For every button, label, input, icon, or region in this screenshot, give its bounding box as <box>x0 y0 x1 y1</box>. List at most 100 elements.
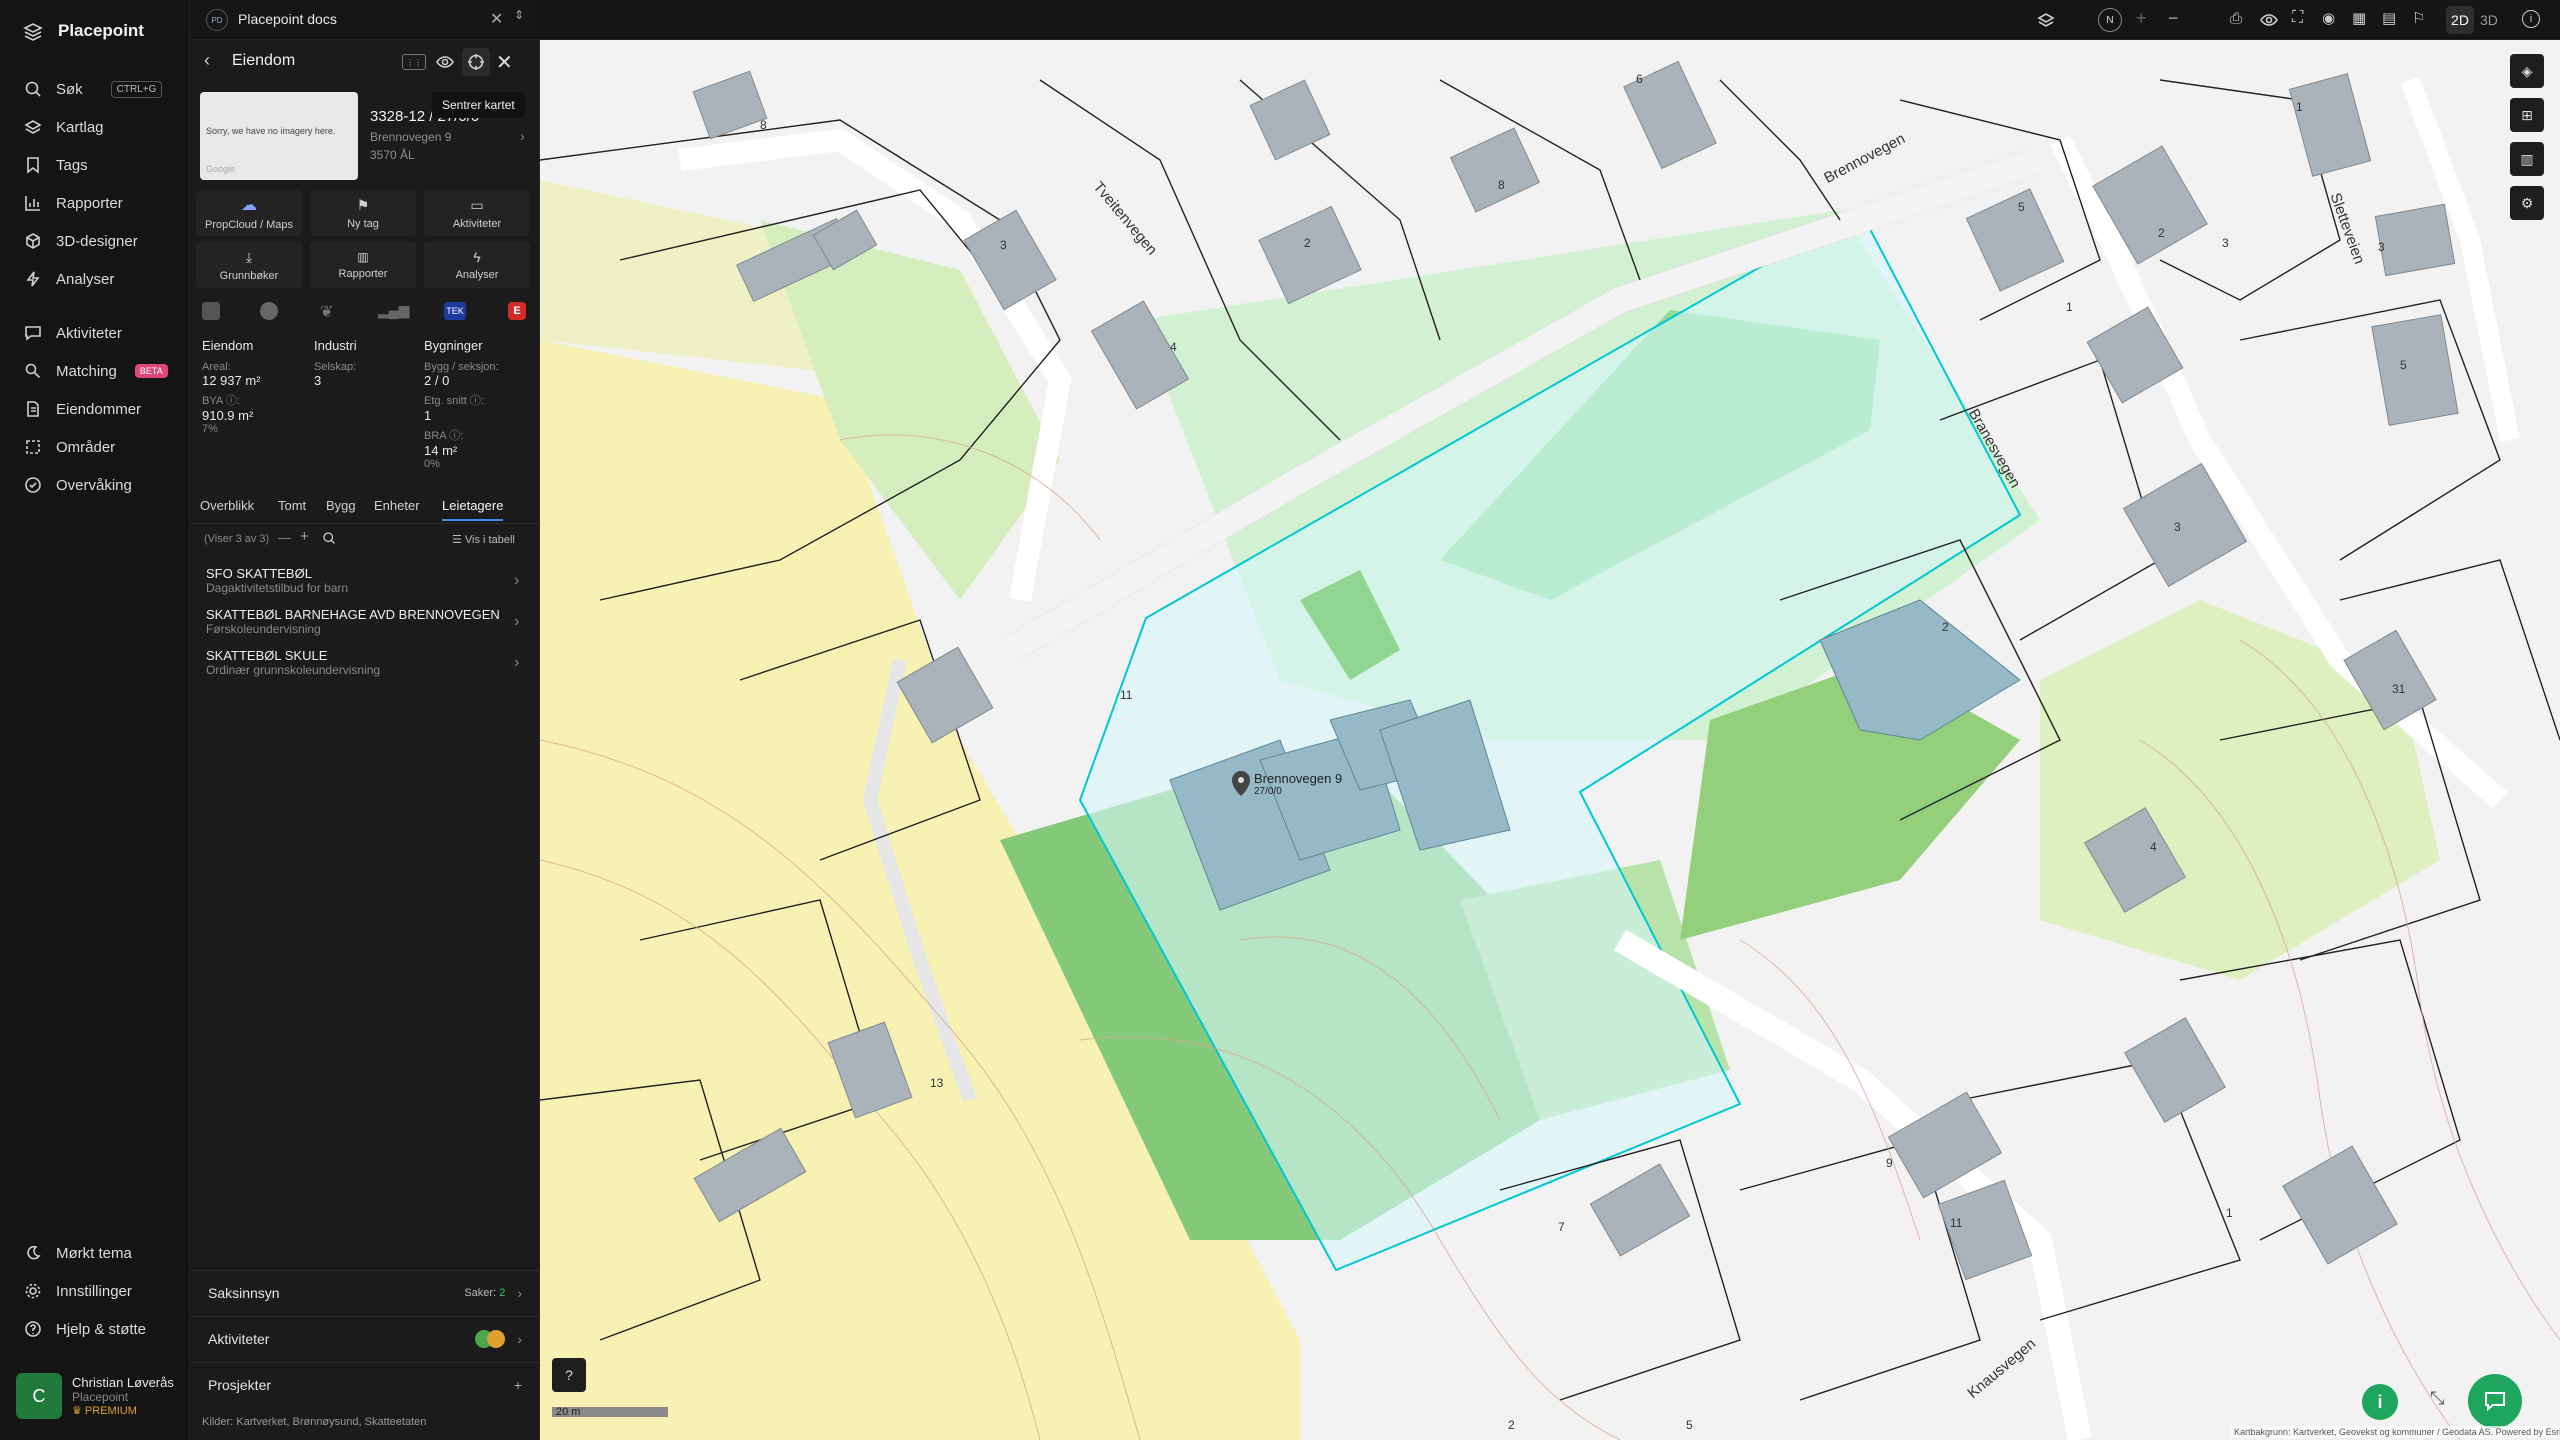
land-registry-button[interactable]: ⤓ Grunnbøker <box>196 242 302 288</box>
eye-icon[interactable] <box>2260 11 2278 29</box>
collapse-icon[interactable]: — <box>278 530 291 545</box>
panel-title: Eiendom <box>232 52 296 69</box>
nav-item-aktiviteter[interactable]: Aktiviteter <box>24 320 122 346</box>
list-item[interactable]: SFO SKATTEBØL Dagaktivitetstilbud for ba… <box>206 566 526 595</box>
shortcut-badge: CTRL+G <box>110 80 163 98</box>
compass-button[interactable]: N <box>2098 8 2122 32</box>
source-stats-icon[interactable]: ▂▄▆ <box>378 302 409 319</box>
nav-item-omrader[interactable]: Områder <box>24 434 115 460</box>
nav-item-dark-theme[interactable]: Mørkt tema <box>24 1240 132 1266</box>
nav-item-matching[interactable]: Matching BETA <box>24 358 168 384</box>
imagery-thumbnail[interactable]: Sorry, we have no imagery here. Google <box>200 92 358 180</box>
print-icon[interactable]: ⎙ <box>2230 10 2242 27</box>
table-view-link[interactable]: ☰ Vis i tabell <box>452 533 515 546</box>
house-number: 11 <box>1120 688 1133 702</box>
section-saksinnsyn[interactable]: Saksinnsyn Saker: 2 › <box>190 1270 540 1314</box>
tab-enheter[interactable]: Enheter <box>374 498 420 513</box>
stats-bygninger: Bygninger Bygg / seksjon: 2 / 0 Etg. sni… <box>424 338 534 470</box>
section-label: Prosjekter <box>208 1376 272 1393</box>
tek-badge[interactable]: TEK <box>444 302 466 320</box>
nav-item-help[interactable]: Hjelp & støtte <box>24 1316 146 1342</box>
nav-item-label: Søk <box>56 80 83 98</box>
new-tag-button[interactable]: ⚑ Ny tag <box>310 190 416 236</box>
eye-icon[interactable] <box>436 53 454 71</box>
chat-fab[interactable] <box>2468 1374 2522 1428</box>
id-card-icon[interactable]: ⋮⋮ <box>402 54 426 70</box>
stats-label: Areal: <box>202 361 231 373</box>
source-globe-icon[interactable] <box>260 302 278 320</box>
analyses-button[interactable]: ϟ Analyser <box>424 242 530 288</box>
fullscreen-icon[interactable]: ⛶ <box>2292 9 2303 27</box>
resize-handle-icon[interactable]: ⤡ <box>2430 1388 2444 1409</box>
map-measure-button[interactable]: ⊞ <box>2510 98 2544 132</box>
workspace-name[interactable]: Placepoint docs <box>238 11 337 27</box>
list-item[interactable]: SKATTEBØL BARNEHAGE AVD BRENNOVEGEN Førs… <box>206 607 526 636</box>
e-badge[interactable]: E <box>508 302 526 320</box>
nav-item-settings[interactable]: Innstillinger <box>24 1278 132 1304</box>
map-canvas[interactable]: Brennovegen Tveitenvegen Branesvegen Sle… <box>540 40 2560 1440</box>
avatar: C <box>16 1373 62 1419</box>
grid-icon[interactable]: ▦ <box>2352 9 2366 27</box>
marker-address: Brennovegen 9 <box>1254 771 1343 786</box>
marker-property-id: 27/0/0 <box>1254 786 1282 797</box>
nav-item-tags[interactable]: Tags <box>24 152 88 178</box>
close-panel-icon[interactable]: ✕ <box>496 50 513 75</box>
nav-item-kartlag[interactable]: Kartlag <box>24 114 104 140</box>
expand-icon[interactable]: ⇕ <box>514 8 524 22</box>
info-fab[interactable]: i <box>2362 1384 2398 1420</box>
stats-label: BRA ⓘ: <box>424 430 464 442</box>
nav-item-overvaking[interactable]: Overvåking <box>24 472 132 498</box>
center-map-button[interactable] <box>462 48 490 76</box>
map-chart-button[interactable]: ▥ <box>2510 142 2544 176</box>
gallery-icon[interactable]: ▤ <box>2382 9 2396 27</box>
user-profile[interactable]: C Christian Løverås Placepoint ♛ PREMIUM <box>16 1368 182 1424</box>
zoom-out-icon[interactable]: − <box>2168 8 2179 29</box>
activities-button[interactable]: ▭ Aktiviteter <box>424 190 530 236</box>
help-icon: ? <box>565 1367 573 1383</box>
mode-2d-button[interactable]: 2D <box>2446 6 2474 34</box>
section-aktiviteter[interactable]: Aktiviteter › <box>190 1316 540 1360</box>
ruler-icon: ⊞ <box>2521 106 2533 123</box>
tab-leietagere[interactable]: Leietagere <box>442 498 504 521</box>
mode-3d-button[interactable]: 3D <box>2480 12 2498 28</box>
back-icon[interactable]: ‹ <box>204 50 210 71</box>
gear-icon <box>25 1283 41 1299</box>
chevron-right-icon[interactable]: › <box>520 128 525 144</box>
bookmark-icon[interactable]: ⚐ <box>2412 9 2425 27</box>
stats-label: Bygg / seksjon: <box>424 361 499 373</box>
source-se-icon[interactable] <box>202 302 220 320</box>
info-icon[interactable]: i <box>2522 10 2540 28</box>
map-tools-button[interactable]: ⚙ <box>2510 186 2544 220</box>
scale-label: 20 m <box>556 1406 581 1418</box>
layers-stack-icon[interactable] <box>2037 11 2055 29</box>
nav-item-rapporter[interactable]: Rapporter <box>24 190 123 216</box>
nav-item-label: Matching <box>56 362 117 380</box>
activity-avatars <box>475 1329 506 1348</box>
nav-item-3d-designer[interactable]: 3D-designer <box>24 228 138 254</box>
tabs-divider <box>190 523 540 524</box>
house-number: 1 <box>2296 100 2303 114</box>
reports-button[interactable]: ▥ Rapporter <box>310 242 416 288</box>
nav-item-eiendommer[interactable]: Eiendommer <box>24 396 141 422</box>
workspace-badge: PD <box>206 9 228 31</box>
source-leaf-icon[interactable]: ❦ <box>320 302 333 322</box>
nav-item-search[interactable]: Søk CTRL+G <box>24 76 163 102</box>
stats-value: 14 m² <box>424 443 458 458</box>
list-count: (Viser 3 av 3) <box>204 533 270 545</box>
section-prosjekter[interactable]: Prosjekter + <box>190 1362 540 1406</box>
tab-tomt[interactable]: Tomt <box>278 498 306 513</box>
map-help-button[interactable]: ? <box>552 1358 586 1392</box>
zoom-in-icon[interactable]: + <box>2136 8 2147 29</box>
camera-icon[interactable]: ◉ <box>2322 9 2335 27</box>
search-icon[interactable] <box>322 531 336 545</box>
tab-bygg[interactable]: Bygg <box>326 498 356 513</box>
add-icon[interactable]: + <box>300 528 309 545</box>
tenant-name: SKATTEBØL BARNEHAGE AVD BRENNOVEGEN <box>206 607 500 622</box>
propcloud-button[interactable]: ☁ PropCloud / Maps <box>196 190 302 236</box>
nav-item-analyser[interactable]: Analyser <box>24 266 114 292</box>
map-layers-button[interactable]: ◈ <box>2510 54 2544 88</box>
brand[interactable]: Placepoint <box>22 20 144 42</box>
tab-overblikk[interactable]: Overblikk <box>200 498 254 513</box>
list-item[interactable]: SKATTEBØL SKULE Ordinær grunnskoleunderv… <box>206 648 526 677</box>
close-icon[interactable]: ✕ <box>490 9 503 29</box>
